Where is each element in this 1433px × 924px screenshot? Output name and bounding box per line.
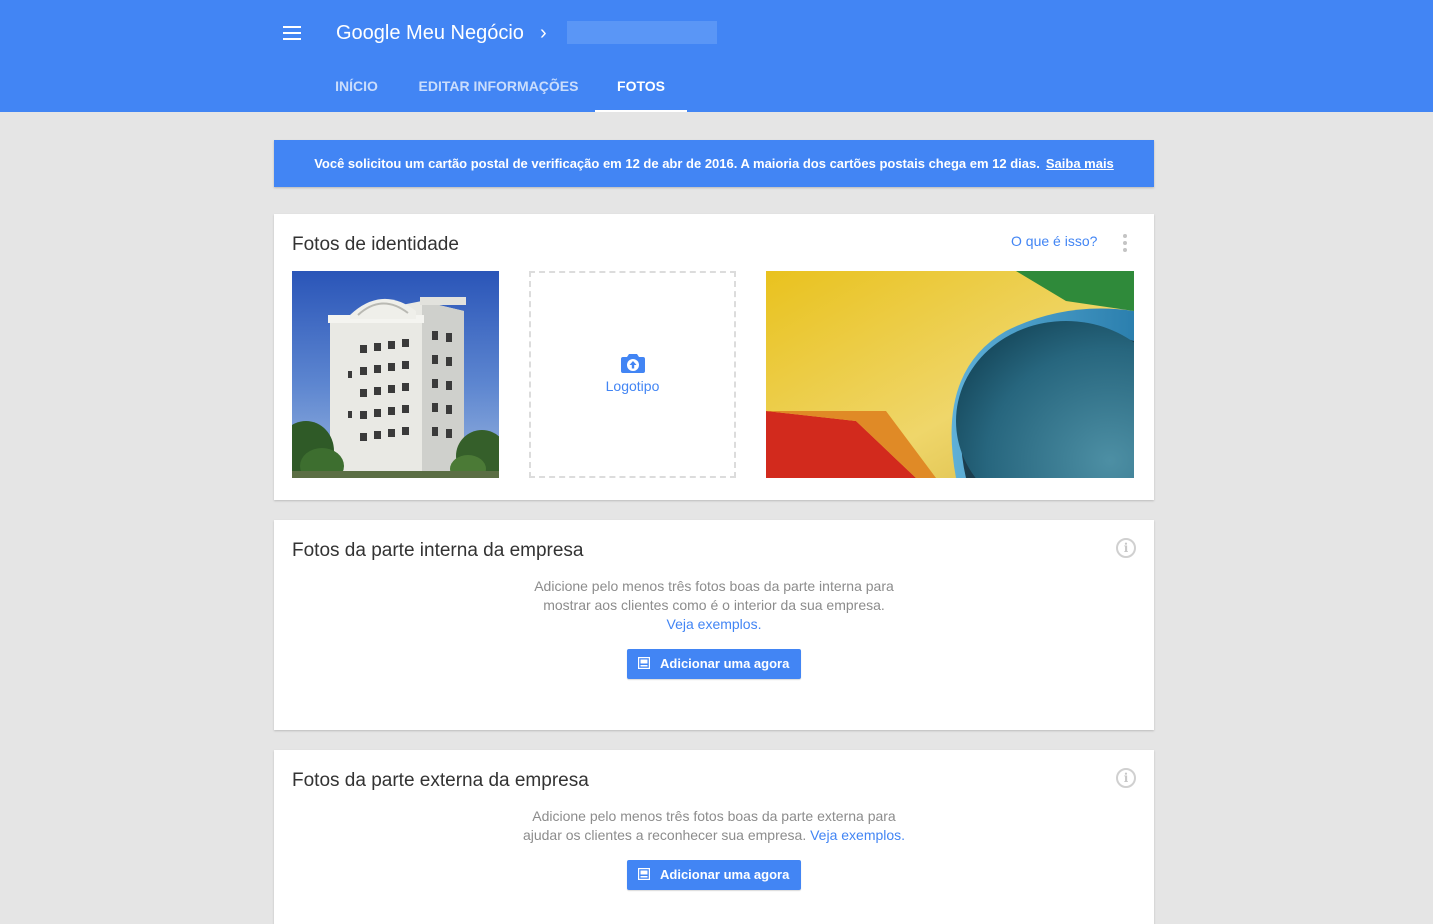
info-icon[interactable]: i — [1116, 768, 1136, 788]
add-interior-photo-button[interactable]: Adicionar uma agora — [627, 649, 801, 679]
interior-description: Adicione pelo menos três fotos boas da p… — [474, 577, 954, 634]
tab-inicio[interactable]: INÍCIO — [318, 60, 395, 112]
interior-card-title: Fotos da parte interna da empresa — [292, 540, 584, 561]
add-exterior-photo-button[interactable]: Adicionar uma agora — [627, 860, 801, 890]
identity-card-title: Fotos de identidade — [292, 234, 459, 255]
logo-label: Logotipo — [605, 378, 660, 394]
paper-curl-image — [766, 271, 1134, 478]
interior-examples-link[interactable]: Veja exemplos. — [667, 616, 762, 632]
exterior-card-title: Fotos da parte externa da empresa — [292, 770, 589, 791]
interior-photos-card: Fotos da parte interna da empresa i Adic… — [274, 520, 1154, 730]
menu-icon[interactable] — [283, 26, 303, 40]
tab-fotos[interactable]: FOTOS — [595, 60, 687, 112]
business-name-redacted[interactable] — [567, 21, 717, 44]
cover-photo[interactable] — [766, 271, 1134, 478]
notice-text: Você solicitou um cartão postal de verif… — [314, 156, 1040, 171]
logo-upload-slot[interactable]: Logotipo — [529, 271, 736, 478]
profile-photo[interactable] — [292, 271, 499, 478]
camera-icon — [621, 354, 645, 373]
image-icon — [638, 868, 650, 880]
app-title[interactable]: Google Meu Negócio — [336, 20, 524, 46]
exterior-desc-line1: Adicione pelo menos três fotos boas da p… — [532, 808, 896, 824]
what-is-this-link[interactable]: O que é isso? — [1011, 233, 1097, 249]
exterior-photos-card: Fotos da parte externa da empresa i Adic… — [274, 750, 1154, 924]
exterior-description: Adicione pelo menos três fotos boas da p… — [474, 807, 954, 845]
exterior-desc-line2: ajudar os clientes a reconhecer sua empr… — [522, 827, 807, 843]
add-exterior-button-label: Adicionar uma agora — [660, 867, 790, 882]
add-interior-button-label: Adicionar uma agora — [660, 656, 790, 671]
learn-more-link[interactable]: Saiba mais — [1046, 156, 1114, 171]
more-vert-icon[interactable] — [1121, 234, 1129, 254]
image-icon — [638, 657, 650, 669]
chevron-right-icon: › — [540, 22, 547, 44]
identity-photos-card: Fotos de identidade O que é isso? Logoti… — [274, 214, 1154, 500]
verification-notice: Você solicitou um cartão postal de verif… — [274, 140, 1154, 187]
app-header: Google Meu Negócio › INÍCIO EDITAR INFOR… — [0, 0, 1433, 112]
exterior-examples-link[interactable]: Veja exemplos. — [810, 827, 905, 843]
building-image — [292, 271, 499, 478]
tab-editar-informacoes[interactable]: EDITAR INFORMAÇÕES — [408, 60, 589, 112]
interior-desc-line2: mostrar aos clientes como é o interior d… — [543, 597, 885, 613]
info-icon[interactable]: i — [1116, 538, 1136, 558]
interior-desc-line1: Adicione pelo menos três fotos boas da p… — [534, 578, 894, 594]
